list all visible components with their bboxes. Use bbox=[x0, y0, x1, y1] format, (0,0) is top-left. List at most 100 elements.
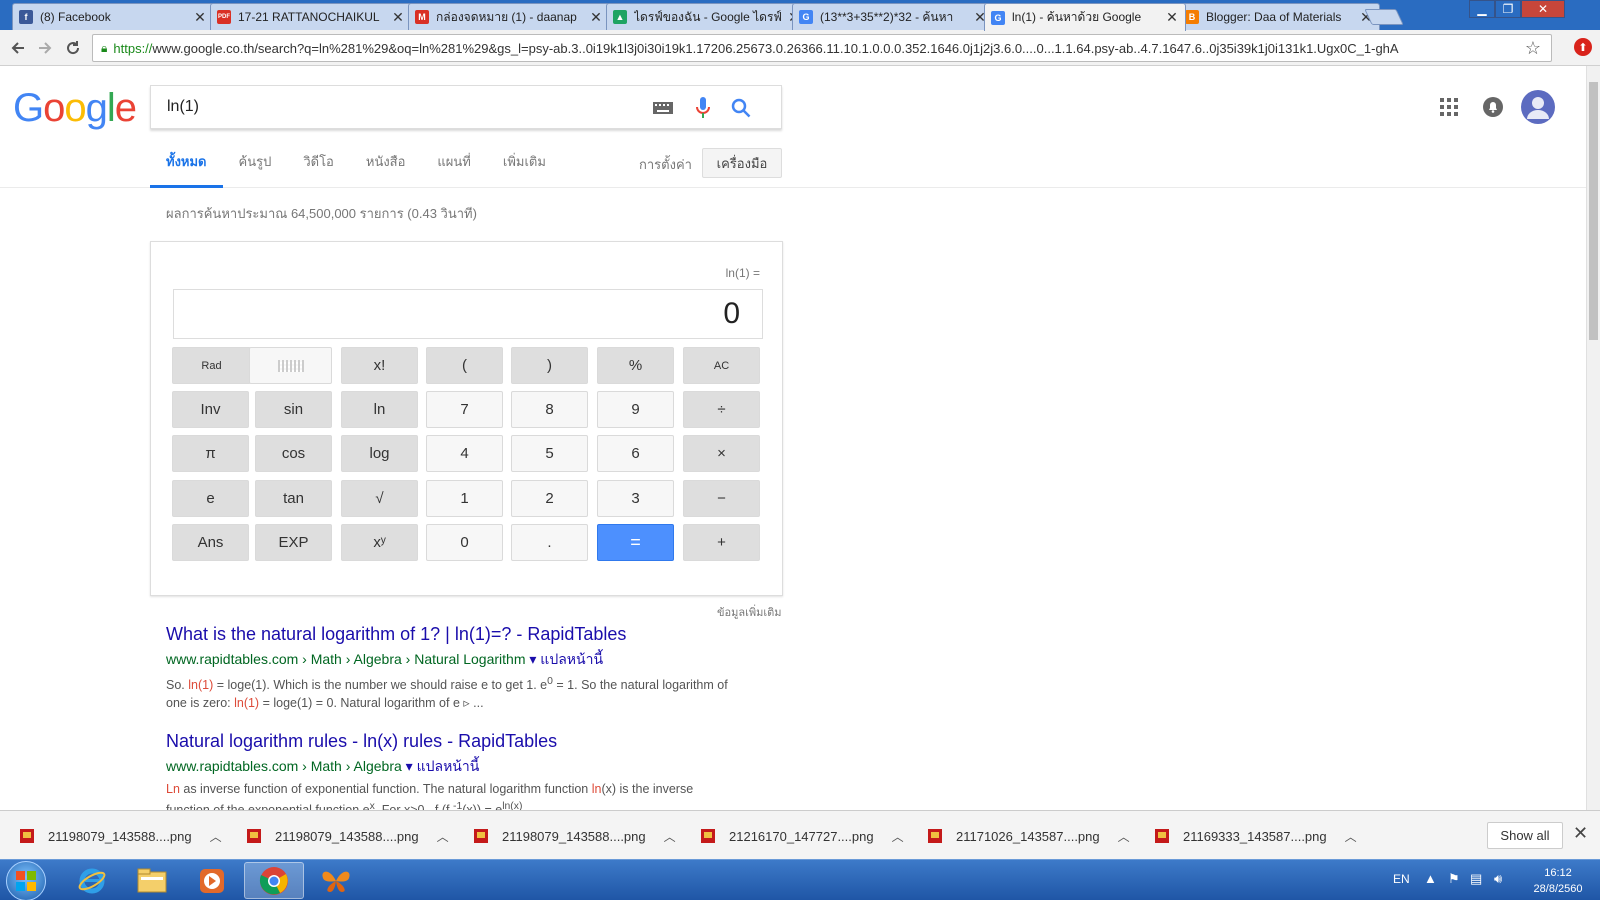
pi-button[interactable]: π bbox=[172, 435, 249, 472]
back-button[interactable] bbox=[6, 36, 30, 60]
ln-button[interactable]: ln bbox=[341, 391, 418, 428]
browser-tab[interactable]: ▲ไดรฟ์ของฉัน - Google ไดรฟ์✕ bbox=[606, 3, 808, 30]
subtract-button[interactable]: − bbox=[683, 480, 760, 517]
taskbar-media-player[interactable] bbox=[182, 862, 242, 899]
taskbar-internet-explorer[interactable] bbox=[62, 862, 122, 899]
ans-button[interactable]: Ans bbox=[172, 524, 249, 561]
browser-tab[interactable]: f (8) Facebook ✕ bbox=[12, 3, 214, 30]
chevron-up-icon[interactable]: ︿ bbox=[1118, 828, 1130, 845]
browser-tab[interactable]: M กล่องจดหมาย (1) - daanap ✕ bbox=[408, 3, 610, 30]
tan-button[interactable]: tan bbox=[255, 480, 332, 517]
tab-all[interactable]: ทั้งหมด bbox=[150, 146, 223, 188]
scrollbar-thumb[interactable] bbox=[1589, 82, 1598, 340]
tab-images[interactable]: ค้นรูป bbox=[223, 146, 288, 188]
taskbar-file-explorer[interactable] bbox=[122, 862, 182, 899]
e-button[interactable]: e bbox=[172, 480, 249, 517]
cos-button[interactable]: cos bbox=[255, 435, 332, 472]
browser-tab[interactable]: Gln(1) - ค้นหาด้วย Google ✕ bbox=[984, 3, 1186, 31]
download-item[interactable]: 21169333_143587....png ︿ bbox=[1155, 825, 1357, 847]
result-translate-link[interactable]: ▾ แปลหน้านี้ bbox=[529, 651, 603, 667]
browser-tab[interactable]: B Blogger: Daa of Materials ✕ bbox=[1178, 3, 1380, 30]
download-item[interactable]: 21198079_143588....png ︿ bbox=[20, 825, 222, 847]
reload-button[interactable] bbox=[61, 36, 85, 60]
digit-7-button[interactable]: 7 bbox=[426, 391, 503, 428]
digit-4-button[interactable]: 4 bbox=[426, 435, 503, 472]
bookmark-star-icon[interactable]: ☆ bbox=[1525, 38, 1541, 59]
more-info-link[interactable]: ข้อมูลเพิ่มเติม bbox=[717, 603, 782, 621]
apps-grid-icon[interactable] bbox=[1435, 93, 1463, 121]
decimal-button[interactable]: . bbox=[511, 524, 588, 561]
close-tab-icon[interactable]: ✕ bbox=[391, 9, 405, 26]
add-button[interactable]: + bbox=[683, 524, 760, 561]
show-all-downloads-button[interactable]: Show all bbox=[1487, 822, 1563, 849]
digit-1-button[interactable]: 1 bbox=[426, 480, 503, 517]
maximize-button[interactable]: ❐ bbox=[1495, 0, 1521, 18]
google-logo[interactable]: Google bbox=[13, 86, 137, 131]
notifications-bell-icon[interactable] bbox=[1479, 93, 1507, 121]
close-paren-button[interactable]: ) bbox=[511, 347, 588, 384]
microphone-icon[interactable] bbox=[691, 96, 715, 120]
search-icon[interactable] bbox=[729, 96, 753, 120]
volume-icon[interactable]: 🔊︎ bbox=[1494, 871, 1502, 887]
action-center-flag-icon[interactable]: ⚑ bbox=[1448, 871, 1460, 887]
system-clock[interactable]: 16:12 28/8/2560 bbox=[1530, 865, 1586, 897]
result-title[interactable]: What is the natural logarithm of 1? | ln… bbox=[166, 624, 786, 645]
sqrt-button[interactable]: √ bbox=[341, 480, 418, 517]
show-hidden-icons-icon[interactable]: ▲ bbox=[1424, 871, 1437, 886]
tools-button[interactable]: เครื่องมือ bbox=[702, 148, 782, 178]
tab-maps[interactable]: แผนที่ bbox=[421, 146, 486, 188]
tab-more[interactable]: เพิ่มเติม bbox=[487, 146, 562, 188]
log-button[interactable]: log bbox=[341, 435, 418, 472]
extension-icon[interactable]: ⬆ bbox=[1574, 38, 1592, 56]
chevron-up-icon[interactable]: ︿ bbox=[1345, 828, 1357, 845]
language-indicator[interactable]: EN bbox=[1393, 872, 1410, 886]
tab-videos[interactable]: วิดีโอ bbox=[287, 146, 350, 188]
exp-button[interactable]: EXP bbox=[255, 524, 332, 561]
digit-0-button[interactable]: 0 bbox=[426, 524, 503, 561]
rad-button[interactable]: Rad bbox=[172, 347, 251, 384]
clear-all-button[interactable]: AC bbox=[683, 347, 760, 384]
inverse-button[interactable]: Inv bbox=[172, 391, 249, 428]
digit-9-button[interactable]: 9 bbox=[597, 391, 674, 428]
download-item[interactable]: 21198079_143588....png ︿ bbox=[247, 825, 449, 847]
chevron-up-icon[interactable]: ︿ bbox=[210, 828, 222, 845]
account-avatar-icon[interactable] bbox=[1521, 90, 1555, 124]
factorial-button[interactable]: x! bbox=[341, 347, 418, 384]
digit-2-button[interactable]: 2 bbox=[511, 480, 588, 517]
digit-5-button[interactable]: 5 bbox=[511, 435, 588, 472]
start-button[interactable] bbox=[6, 861, 46, 900]
chevron-up-icon[interactable]: ︿ bbox=[892, 828, 904, 845]
close-tab-icon[interactable]: ✕ bbox=[589, 9, 603, 26]
forward-button[interactable] bbox=[33, 36, 57, 60]
result-title[interactable]: Natural logarithm rules - ln(x) rules - … bbox=[166, 731, 786, 752]
chevron-up-icon[interactable]: ︿ bbox=[437, 828, 449, 845]
close-tab-icon[interactable]: ✕ bbox=[1165, 9, 1179, 26]
minimize-button[interactable]: ▁ bbox=[1469, 0, 1495, 18]
close-downloads-icon[interactable]: ✕ bbox=[1573, 823, 1588, 844]
digit-6-button[interactable]: 6 bbox=[597, 435, 674, 472]
divide-button[interactable]: ÷ bbox=[683, 391, 760, 428]
search-input[interactable]: ln(1) bbox=[150, 85, 782, 129]
multiply-button[interactable]: × bbox=[683, 435, 760, 472]
percent-button[interactable]: % bbox=[597, 347, 674, 384]
address-bar[interactable]: 🔒︎ https://www.google.co.th/search?q=ln%… bbox=[92, 34, 1552, 62]
new-tab-button[interactable] bbox=[1364, 9, 1404, 25]
sin-button[interactable]: sin bbox=[255, 391, 332, 428]
power-button[interactable]: xʸ bbox=[341, 524, 418, 561]
digit-3-button[interactable]: 3 bbox=[597, 480, 674, 517]
open-paren-button[interactable]: ( bbox=[426, 347, 503, 384]
taskbar-chrome[interactable] bbox=[244, 862, 304, 899]
close-window-button[interactable]: ✕ bbox=[1521, 0, 1565, 18]
download-item[interactable]: 21216170_147727....png ︿ bbox=[701, 825, 904, 847]
digit-8-button[interactable]: 8 bbox=[511, 391, 588, 428]
settings-link[interactable]: การตั้งค่า bbox=[639, 154, 692, 175]
tab-books[interactable]: หนังสือ bbox=[350, 146, 422, 188]
equals-button[interactable]: = bbox=[597, 524, 674, 561]
taskbar-butterfly-app[interactable] bbox=[306, 862, 366, 899]
network-icon[interactable]: ▤ bbox=[1470, 871, 1482, 887]
download-item[interactable]: 21171026_143587....png ︿ bbox=[928, 825, 1130, 847]
close-tab-icon[interactable]: ✕ bbox=[193, 9, 207, 26]
deg-button[interactable] bbox=[249, 347, 332, 384]
keyboard-icon[interactable] bbox=[651, 96, 675, 120]
browser-tab[interactable]: PDF 17-21 RATTANOCHAIKUL ✕ bbox=[210, 3, 412, 30]
